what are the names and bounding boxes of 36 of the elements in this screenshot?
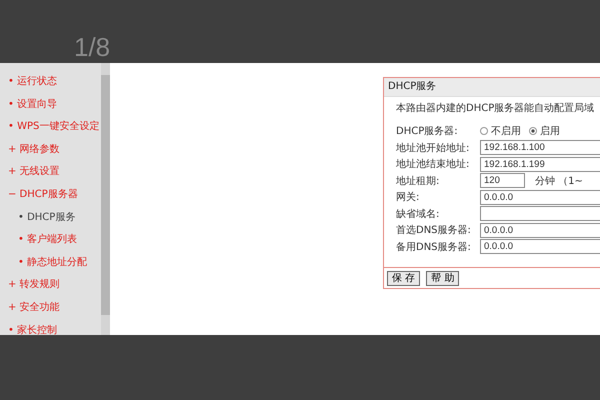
field-label: 网关:	[396, 190, 420, 204]
input-field[interactable]	[480, 206, 600, 222]
input-field[interactable]: 192.168.1.100	[480, 140, 600, 156]
field-label: DHCP服务器:	[396, 125, 459, 138]
field-label: 备用DNS服务器:	[396, 240, 472, 254]
input-field[interactable]: 0.0.0.0	[480, 190, 600, 205]
sidebar-item[interactable]: • 运行状态	[0, 71, 101, 94]
input-field[interactable]: 0.0.0.0	[480, 239, 600, 254]
field-label: 地址租期:	[396, 174, 440, 188]
sidebar-item[interactable]: − DHCP服务器	[0, 184, 101, 207]
sidebar-item[interactable]: + 无线设置	[0, 161, 101, 184]
field-label: 缺省域名:	[396, 208, 440, 221]
panel-button[interactable]: 保 存	[387, 270, 420, 286]
input-field[interactable]: 120	[480, 173, 525, 188]
sidebar-item[interactable]: + 转发规则	[0, 274, 101, 297]
sidebar-item[interactable]: • 客户端列表	[0, 229, 101, 252]
field-label: 地址池开始地址:	[396, 142, 470, 155]
scrollbar[interactable]	[101, 63, 110, 335]
sidebar-item[interactable]: • 静态地址分配	[0, 252, 101, 274]
sidebar-item[interactable]: • 设置向导	[0, 94, 101, 116]
sidebar-item[interactable]: • DHCP服务	[0, 206, 101, 230]
sidebar-item[interactable]: + 安全功能	[0, 296, 101, 320]
description-text: 本路由器内建的DHCP服务器能自动配置局域	[396, 102, 596, 115]
radio-option[interactable]: 不启用	[480, 124, 521, 138]
page-counter: 1/8	[74, 34, 110, 60]
input-field[interactable]: 0.0.0.0	[480, 222, 600, 238]
panel-button[interactable]: 帮 助	[426, 270, 460, 286]
sidebar-item[interactable]: + 网络参数	[0, 138, 101, 162]
field-label: 首选DNS服务器:	[396, 224, 472, 238]
unit-label: 分钟 （1~	[535, 174, 583, 188]
radio-option[interactable]: 启用	[529, 124, 560, 138]
sidebar-item[interactable]: • 家长控制	[0, 320, 101, 342]
sidebar-item[interactable]: • WPS一键安全设定	[0, 116, 101, 139]
input-field[interactable]: 192.168.1.199	[480, 156, 600, 172]
field-label: 地址池结束地址:	[396, 158, 470, 172]
panel-title: DHCP服务	[384, 78, 600, 97]
